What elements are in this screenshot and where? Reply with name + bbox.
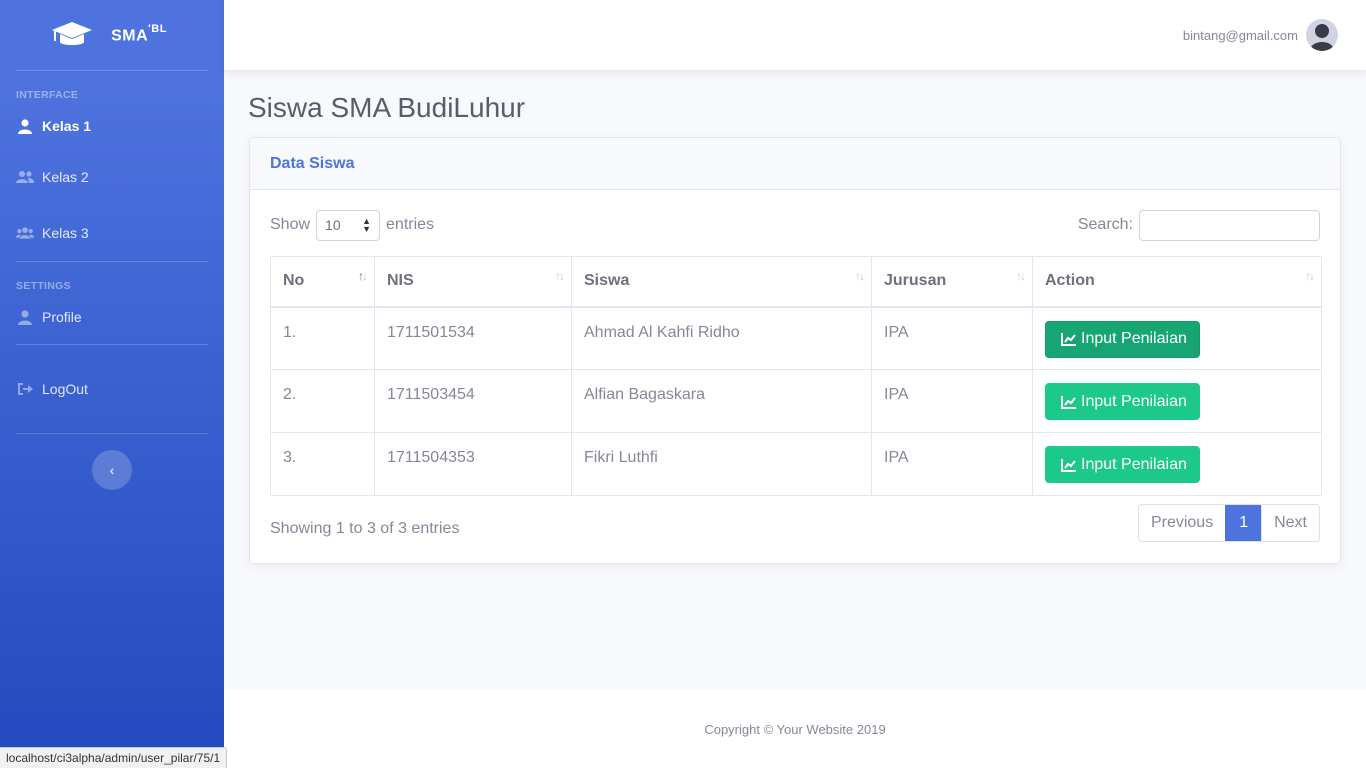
page-length-value: 10 bbox=[325, 217, 341, 233]
card-header: Data Siswa bbox=[250, 138, 1340, 190]
cell-action: Input Penilaian bbox=[1032, 306, 1322, 370]
sidebar: SMA'BL INTERFACE Kelas 1 Kelas 2 Kelas 3… bbox=[0, 0, 224, 768]
user-icon bbox=[16, 309, 34, 325]
sidebar-heading-settings: SETTINGS bbox=[16, 280, 71, 292]
sidebar-item-profile[interactable]: Profile bbox=[0, 294, 224, 340]
user-avatar-icon bbox=[1310, 24, 1334, 51]
show-label: Show bbox=[270, 216, 311, 233]
pagination-next[interactable]: Next bbox=[1261, 505, 1319, 541]
sidebar-toggle-button[interactable]: ‹ bbox=[92, 450, 132, 490]
cell-no: 3. bbox=[270, 432, 375, 496]
cell-no: 1. bbox=[270, 306, 375, 370]
page-footer: Copyright © Your Website 2019 bbox=[224, 690, 1366, 768]
button-label: Input Penilaian bbox=[1081, 392, 1187, 410]
sidebar-divider bbox=[16, 433, 208, 434]
chart-line-icon bbox=[1061, 333, 1076, 346]
brand-name: SMA'BL bbox=[111, 22, 167, 45]
search-input[interactable] bbox=[1139, 209, 1320, 241]
page-length-control: Show 10 ▲ ▼ entries bbox=[270, 209, 435, 241]
column-header-nis[interactable]: NIS ↑↓ bbox=[374, 256, 572, 308]
sidebar-item-label: LogOut bbox=[42, 381, 88, 397]
pagination-page-1[interactable]: 1 bbox=[1225, 505, 1262, 541]
table-row: 3. 1711504353 Fikri Luthfi IPA Input Pen… bbox=[270, 432, 1322, 496]
sign-out-icon bbox=[16, 381, 34, 397]
cell-nis: 1711504353 bbox=[374, 432, 572, 496]
brand[interactable]: SMA'BL bbox=[0, 0, 224, 70]
input-penilaian-button[interactable]: Input Penilaian bbox=[1045, 320, 1200, 358]
page-length-select[interactable]: 10 ▲ ▼ bbox=[316, 209, 381, 241]
cell-siswa: Alfian Bagaskara bbox=[571, 369, 872, 433]
chart-line-icon bbox=[1061, 395, 1076, 409]
sidebar-item-label: Profile bbox=[42, 309, 82, 325]
students-table: No ↑↓ NIS ↑↓ Siswa ↑↓ Jurusan ↑↓ Action ↑↓ 1.… bbox=[270, 256, 1322, 496]
sidebar-item-kelas-1[interactable]: Kelas 1 bbox=[0, 103, 224, 149]
data-card: Data Siswa Show 10 ▲ ▼ entries Search: No… bbox=[249, 137, 1341, 564]
user-friends-icon bbox=[16, 169, 34, 185]
table-footer: Showing 1 to 3 of 3 entries Previous 1 N… bbox=[270, 504, 1320, 542]
sort-icon: ↑↓ bbox=[555, 269, 565, 283]
sidebar-item-label: Kelas 2 bbox=[42, 169, 89, 185]
sort-icon: ↑↓ bbox=[855, 269, 865, 283]
chart-line-icon bbox=[1061, 458, 1076, 472]
column-header-no[interactable]: No ↑↓ bbox=[270, 256, 375, 308]
column-header-siswa[interactable]: Siswa ↑↓ bbox=[571, 256, 872, 308]
column-header-jurusan[interactable]: Jurusan ↑↓ bbox=[871, 256, 1033, 308]
avatar[interactable] bbox=[1306, 19, 1338, 51]
search-label: Search: bbox=[1077, 216, 1133, 233]
sidebar-item-kelas-2[interactable]: Kelas 2 bbox=[0, 149, 224, 205]
cell-jurusan: IPA bbox=[871, 369, 1033, 433]
cell-no: 2. bbox=[270, 369, 375, 433]
user-email[interactable]: bintang@gmail.com bbox=[1183, 28, 1298, 43]
pagination-previous[interactable]: Previous bbox=[1139, 505, 1225, 541]
users-icon bbox=[16, 225, 34, 241]
button-label: Input Penilaian bbox=[1081, 455, 1187, 473]
cell-siswa: Ahmad Al Kahfi Ridho bbox=[571, 306, 872, 370]
user-icon bbox=[16, 118, 34, 134]
table-controls: Show 10 ▲ ▼ entries Search: bbox=[270, 209, 1320, 241]
graduation-cap-icon bbox=[52, 22, 93, 45]
cell-nis: 1711503454 bbox=[374, 369, 572, 433]
cell-nis: 1711501534 bbox=[374, 306, 572, 370]
cell-action: Input Penilaian bbox=[1032, 432, 1322, 496]
sidebar-heading-interface: INTERFACE bbox=[16, 89, 79, 101]
page-title: Siswa SMA BudiLuhur bbox=[248, 92, 526, 123]
chevron-left-icon: ‹ bbox=[109, 462, 115, 478]
sort-updown-icon: ▲ ▼ bbox=[362, 216, 372, 234]
cell-jurusan: IPA bbox=[871, 432, 1033, 496]
table-header-row: No ↑↓ NIS ↑↓ Siswa ↑↓ Jurusan ↑↓ Action ↑↓ bbox=[270, 256, 1322, 308]
table-info: Showing 1 to 3 of 3 entries bbox=[270, 520, 460, 537]
button-label: Input Penilaian bbox=[1081, 330, 1187, 347]
column-header-action[interactable]: Action ↑↓ bbox=[1032, 256, 1322, 308]
sidebar-item-logout[interactable]: LogOut bbox=[0, 345, 224, 433]
search-control: Search: bbox=[1077, 209, 1320, 241]
entries-label: entries bbox=[386, 216, 435, 233]
cell-jurusan: IPA bbox=[871, 306, 1033, 370]
input-penilaian-button[interactable]: Input Penilaian bbox=[1045, 383, 1200, 420]
sidebar-item-label: Kelas 1 bbox=[42, 118, 92, 134]
table-row: 1. 1711501534 Ahmad Al Kahfi Ridho IPA I… bbox=[270, 306, 1322, 370]
sidebar-item-kelas-3[interactable]: Kelas 3 bbox=[0, 205, 224, 261]
input-penilaian-button[interactable]: Input Penilaian bbox=[1045, 446, 1200, 483]
sort-icon: ↑↓ bbox=[1016, 269, 1026, 283]
cell-action: Input Penilaian bbox=[1032, 369, 1322, 433]
pagination: Previous 1 Next bbox=[1137, 504, 1320, 542]
cell-siswa: Fikri Luthfi bbox=[571, 432, 872, 496]
browser-status-url: localhost/ci3alpha/admin/user_pilar/75/1 bbox=[0, 747, 228, 768]
sort-icon: ↑↓ bbox=[1305, 269, 1315, 283]
sidebar-item-label: Kelas 3 bbox=[42, 225, 89, 241]
table-row: 2. 1711503454 Alfian Bagaskara IPA Input… bbox=[270, 369, 1322, 433]
copyright-text: Copyright © Your Website 2019 bbox=[704, 721, 886, 737]
sort-icon: ↑↓ bbox=[358, 269, 368, 283]
topbar: bintang@gmail.com bbox=[224, 0, 1366, 70]
